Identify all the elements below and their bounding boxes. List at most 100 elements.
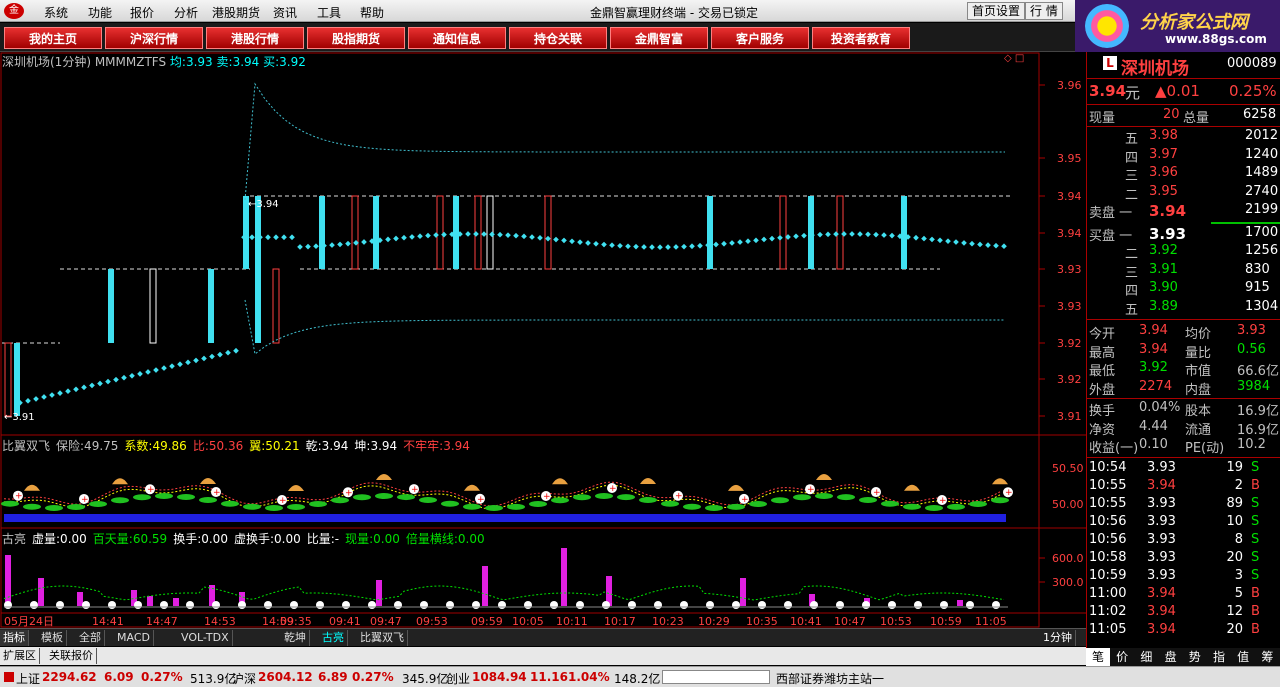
ind1-flame-marker — [904, 484, 920, 491]
ind1-cross-sign: + — [477, 495, 485, 505]
avg-price-dot — [825, 231, 831, 238]
chart-header: 深圳机场(1分钟) MMMMZTFS 均:3.93 卖:3.94 买:3.92 — [2, 53, 306, 70]
indicator-tab[interactable]: 全部 — [76, 630, 105, 646]
time-axis-label: 10:35 — [746, 615, 778, 628]
ind2-item: 换手:0.00 — [173, 532, 228, 546]
price-tick-label: 3.96 — [1057, 79, 1082, 92]
cur-vol-label: 现量 — [1089, 111, 1116, 126]
price-tick-label: 3.91 — [1057, 410, 1082, 423]
down-bar — [373, 196, 379, 269]
ind1-green-marker — [177, 494, 195, 501]
chart-title: 深圳机场(1分钟) MMMMZTFS — [2, 55, 167, 69]
ind1-axis-label: 50.00 — [1052, 498, 1084, 511]
ind2-cross-marker — [30, 601, 38, 609]
avg-price-dot — [89, 382, 95, 389]
ind1-cross-sign: + — [675, 492, 683, 502]
avg-price-dot — [153, 367, 159, 373]
stat-row: 换手 0.04% 股本 16.9亿 — [1089, 400, 1279, 419]
quote-panel-tab[interactable]: 筹 — [1255, 648, 1279, 666]
tab-extension[interactable]: 扩展区 — [0, 648, 40, 664]
ind2-cross-marker — [4, 601, 12, 609]
avg-price-dot — [489, 231, 495, 238]
sh-label: 上证 — [16, 672, 41, 686]
ind2-cross-marker — [264, 601, 272, 609]
quote-panel-tab[interactable]: 指 — [1207, 648, 1231, 666]
down-bar — [255, 196, 261, 343]
ind2-green-line — [3, 585, 1005, 601]
quote-panel-tab[interactable]: 价 — [1110, 648, 1134, 666]
avg-price-dot — [673, 244, 679, 250]
bid-row: 四 3.90 915 — [1125, 280, 1270, 299]
quote-panel-tab[interactable]: 盘 — [1159, 648, 1183, 666]
avg-price-dot — [553, 236, 559, 243]
avg-price-dot — [385, 236, 391, 243]
ind1-green-marker — [881, 500, 899, 507]
indicator-tab[interactable]: 指标 — [0, 630, 29, 646]
ind1-green-marker — [353, 494, 371, 501]
avg-price-dot — [209, 353, 215, 360]
ask-row: 四 3.97 1240 — [1125, 146, 1279, 166]
down-bar — [901, 196, 907, 269]
ind2-cross-marker — [472, 601, 480, 609]
avg-price-dot — [873, 231, 879, 238]
ind2-cross-marker — [56, 601, 64, 609]
ind1-green-marker — [419, 497, 437, 504]
time-axis-label: 09:41 — [329, 615, 361, 628]
stat-row: 最高 3.94 量比 0.56 — [1089, 341, 1266, 361]
ind2-cross-marker — [524, 601, 532, 609]
avg-price-dot — [177, 361, 183, 368]
quote-panel-tab[interactable]: 细 — [1134, 648, 1158, 666]
avg-price-dot — [697, 242, 703, 249]
ind1-flame-marker — [112, 478, 128, 485]
sh-index[interactable]: 2294.62 — [42, 670, 97, 684]
tick-row: 10:56 3.93 8 S — [1089, 531, 1260, 547]
avg-price-dot — [33, 396, 39, 402]
up-bar — [544, 195, 552, 270]
up-bar — [351, 195, 359, 270]
avg-price-dot — [913, 234, 919, 241]
ad-banner[interactable]: 分析家公式网 www.88gs.com — [1075, 0, 1280, 52]
avg-price-dot — [961, 240, 967, 246]
avg-price-dot — [105, 378, 111, 385]
time-axis-label: 10:05 — [512, 615, 544, 628]
ind1-green-marker — [771, 497, 789, 504]
avg-price-dot — [713, 241, 719, 248]
ind1-green-marker — [639, 497, 657, 504]
cy-index[interactable]: 1084.94 — [472, 670, 527, 684]
avg-price-dot — [857, 231, 863, 237]
avg-price-dot — [601, 241, 607, 248]
buy-value: 3.92 — [279, 55, 306, 69]
buy-label: 买: — [263, 55, 280, 69]
ind1-base-bar — [4, 514, 1006, 522]
tick-row: 11:00 3.94 5 B — [1089, 585, 1260, 601]
period-selector[interactable]: 1分钟 — [1040, 630, 1076, 646]
avg-price-dot — [665, 244, 671, 250]
indicator-tab[interactable]: 比翼双飞 — [357, 630, 408, 646]
avg-price-dot — [729, 240, 735, 246]
quote-panel-tab[interactable]: 笔 — [1086, 648, 1110, 666]
down-bar — [108, 269, 114, 343]
ad-url: www.88gs.com — [1165, 32, 1267, 46]
indicator-tab[interactable]: 古亮 — [319, 630, 348, 646]
tab-related-quotes[interactable]: 关联报价 — [46, 648, 97, 664]
ind1-flame-marker — [24, 484, 40, 491]
ind1-cross-sign: + — [279, 496, 287, 506]
time-axis-label: 14:47 — [146, 615, 178, 628]
avg-price-dot — [649, 244, 655, 250]
ind2-volume-bar — [38, 578, 44, 606]
indicator-tab[interactable]: 模板 — [38, 630, 67, 646]
stat-row: 收益(一) 0.10 PE(动) 10.2 — [1089, 437, 1266, 456]
indicator-tab[interactable]: VOL-TDX — [178, 630, 233, 646]
indicator-tabs: 指标 模板 全部 MACD VOL-TDX 乾坤 古亮 比翼双飞 1分钟 — [0, 628, 1086, 646]
avg-price-dot — [617, 242, 623, 249]
stock-name: 深圳机场 — [1121, 59, 1189, 79]
ind2-cross-marker — [758, 601, 766, 609]
hs-index[interactable]: 2604.12 — [258, 670, 313, 684]
quote-panel-tab[interactable]: 势 — [1183, 648, 1207, 666]
price-tick-label: 3.92 — [1057, 373, 1082, 386]
avg-price-dot — [625, 243, 631, 250]
avg-price-dot — [185, 359, 191, 366]
indicator-tab[interactable]: 乾坤 — [281, 630, 310, 646]
quote-panel-tab[interactable]: 值 — [1231, 648, 1255, 666]
indicator-tab[interactable]: MACD — [114, 630, 154, 646]
